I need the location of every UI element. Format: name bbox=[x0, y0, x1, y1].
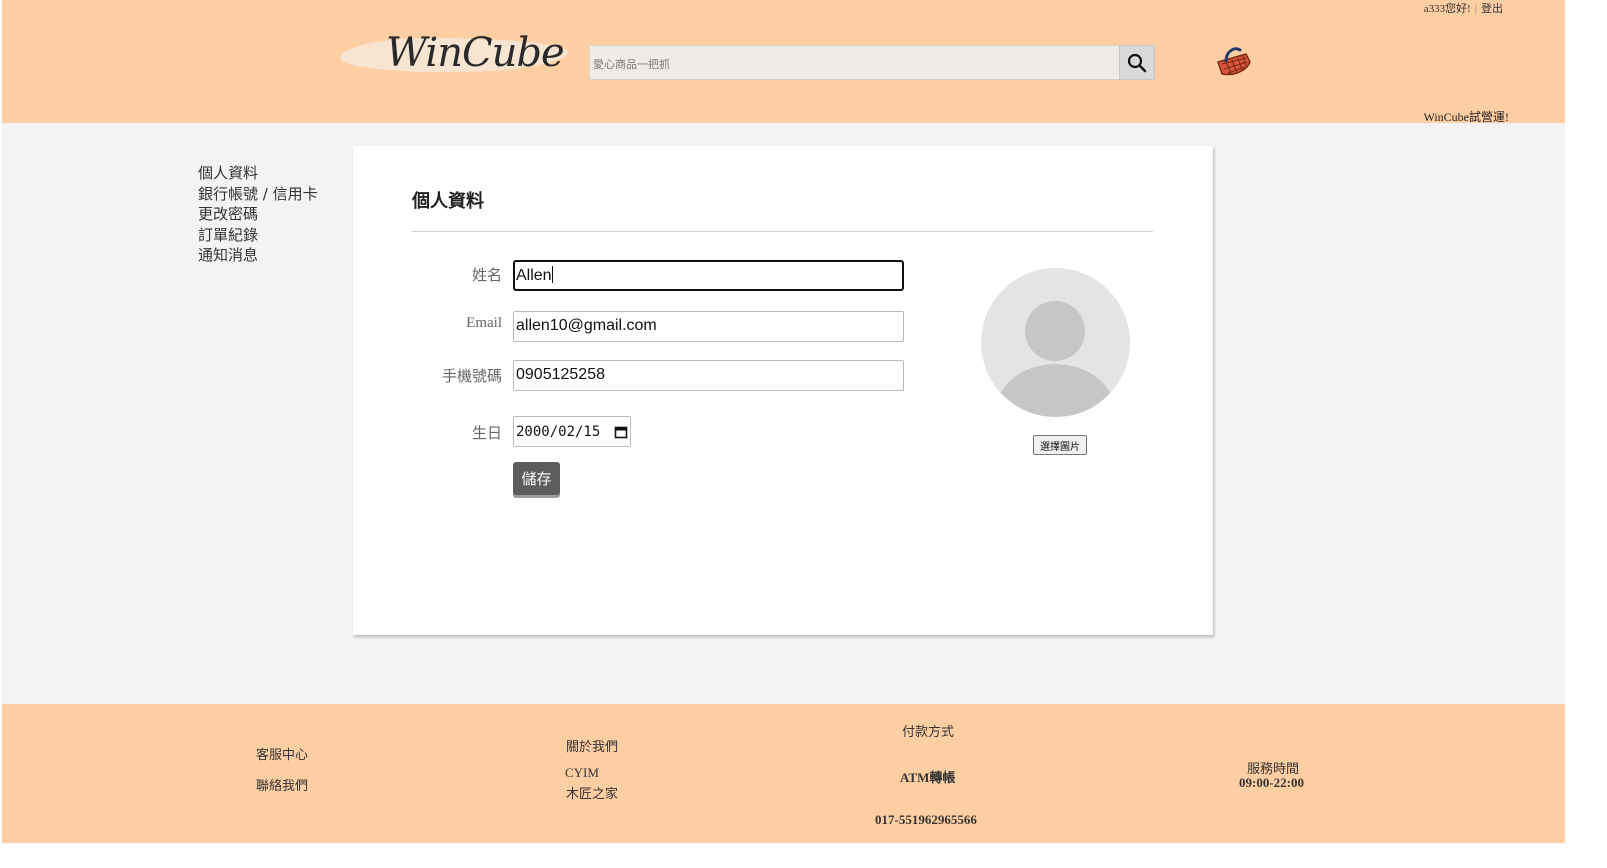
birthday-label: 生日 bbox=[471, 424, 502, 442]
logout-link[interactable]: 登出 bbox=[1481, 3, 1503, 15]
email-label: Email bbox=[466, 315, 502, 331]
calendar-icon[interactable] bbox=[614, 425, 628, 439]
save-button[interactable]: 儲存 bbox=[513, 462, 560, 495]
text-caret bbox=[551, 266, 553, 283]
user-greeting: a333您好! bbox=[1423, 3, 1471, 15]
basket-icon bbox=[1217, 47, 1251, 76]
search-button[interactable] bbox=[1119, 45, 1155, 80]
site-logo[interactable]: WinCube bbox=[340, 28, 570, 84]
user-bar: a333您好! | 登出 bbox=[1424, 0, 1503, 16]
sidebar-item-change-password[interactable]: 更改密碼 bbox=[198, 204, 318, 225]
email-field[interactable]: allen10@gmail.com bbox=[513, 311, 904, 342]
footer-company-carpenter[interactable]: 木匠之家 bbox=[566, 783, 618, 802]
name-field[interactable]: Allen bbox=[513, 260, 904, 291]
logo-text: WinCube bbox=[386, 30, 565, 76]
footer-account-number: 017-551962965566 bbox=[875, 812, 977, 827]
user-bar-separator: | bbox=[1474, 3, 1477, 15]
footer-contact-us-link[interactable]: 聯絡我們 bbox=[256, 775, 308, 794]
search-input[interactable]: 愛心商品一把抓 bbox=[589, 45, 1120, 80]
footer-payment-title: 付款方式 bbox=[902, 725, 955, 740]
sidebar-item-orders[interactable]: 訂單紀錄 bbox=[198, 225, 318, 246]
choose-image-button[interactable]: 選擇圖片 bbox=[1033, 435, 1087, 455]
sidebar-item-profile[interactable]: 個人資料 bbox=[198, 163, 318, 184]
site-header: a333您好! | 登出 WinCube 愛心商品一把抓 WinCube試營運! bbox=[2, 0, 1565, 124]
profile-card: 個人資料 姓名 Allen Email allen10@gmail.com 手機… bbox=[353, 146, 1213, 635]
search-icon bbox=[1127, 53, 1147, 72]
birthday-date-field[interactable]: 2000/02/15 bbox=[513, 416, 631, 447]
avatar bbox=[981, 268, 1130, 417]
account-sidebar: 個人資料 銀行帳號 / 信用卡 更改密碼 訂單紀錄 通知消息 bbox=[198, 163, 318, 266]
name-value: Allen bbox=[516, 267, 552, 284]
shopping-basket-icon[interactable] bbox=[1212, 44, 1254, 80]
footer-about-us: 關於我們 bbox=[566, 740, 619, 755]
footer-payment-method: ATM轉帳 bbox=[900, 770, 956, 785]
avatar-placeholder-body bbox=[995, 364, 1116, 417]
avatar-placeholder-head bbox=[1025, 301, 1085, 361]
name-label: 姓名 bbox=[471, 266, 502, 284]
phone-field[interactable]: 0905125258 bbox=[513, 360, 904, 391]
footer-company-cyim[interactable]: CYIM bbox=[565, 765, 599, 781]
birthday-value: 2000/02/15 bbox=[516, 423, 601, 440]
footer-service-hours: 09:00-22:00 bbox=[1239, 775, 1304, 790]
page-title: 個人資料 bbox=[412, 191, 484, 212]
sidebar-item-notifications[interactable]: 通知消息 bbox=[198, 245, 318, 266]
footer-customer-service: 客服中心 bbox=[256, 748, 309, 763]
sidebar-item-bank-card[interactable]: 銀行帳號 / 信用卡 bbox=[198, 184, 318, 205]
phone-label: 手機號碼 bbox=[441, 367, 502, 385]
title-divider bbox=[412, 231, 1153, 232]
site-footer: 客服中心 聯絡我們 關於我們 CYIM 木匠之家 付款方式 ATM轉帳 017-… bbox=[2, 704, 1565, 843]
